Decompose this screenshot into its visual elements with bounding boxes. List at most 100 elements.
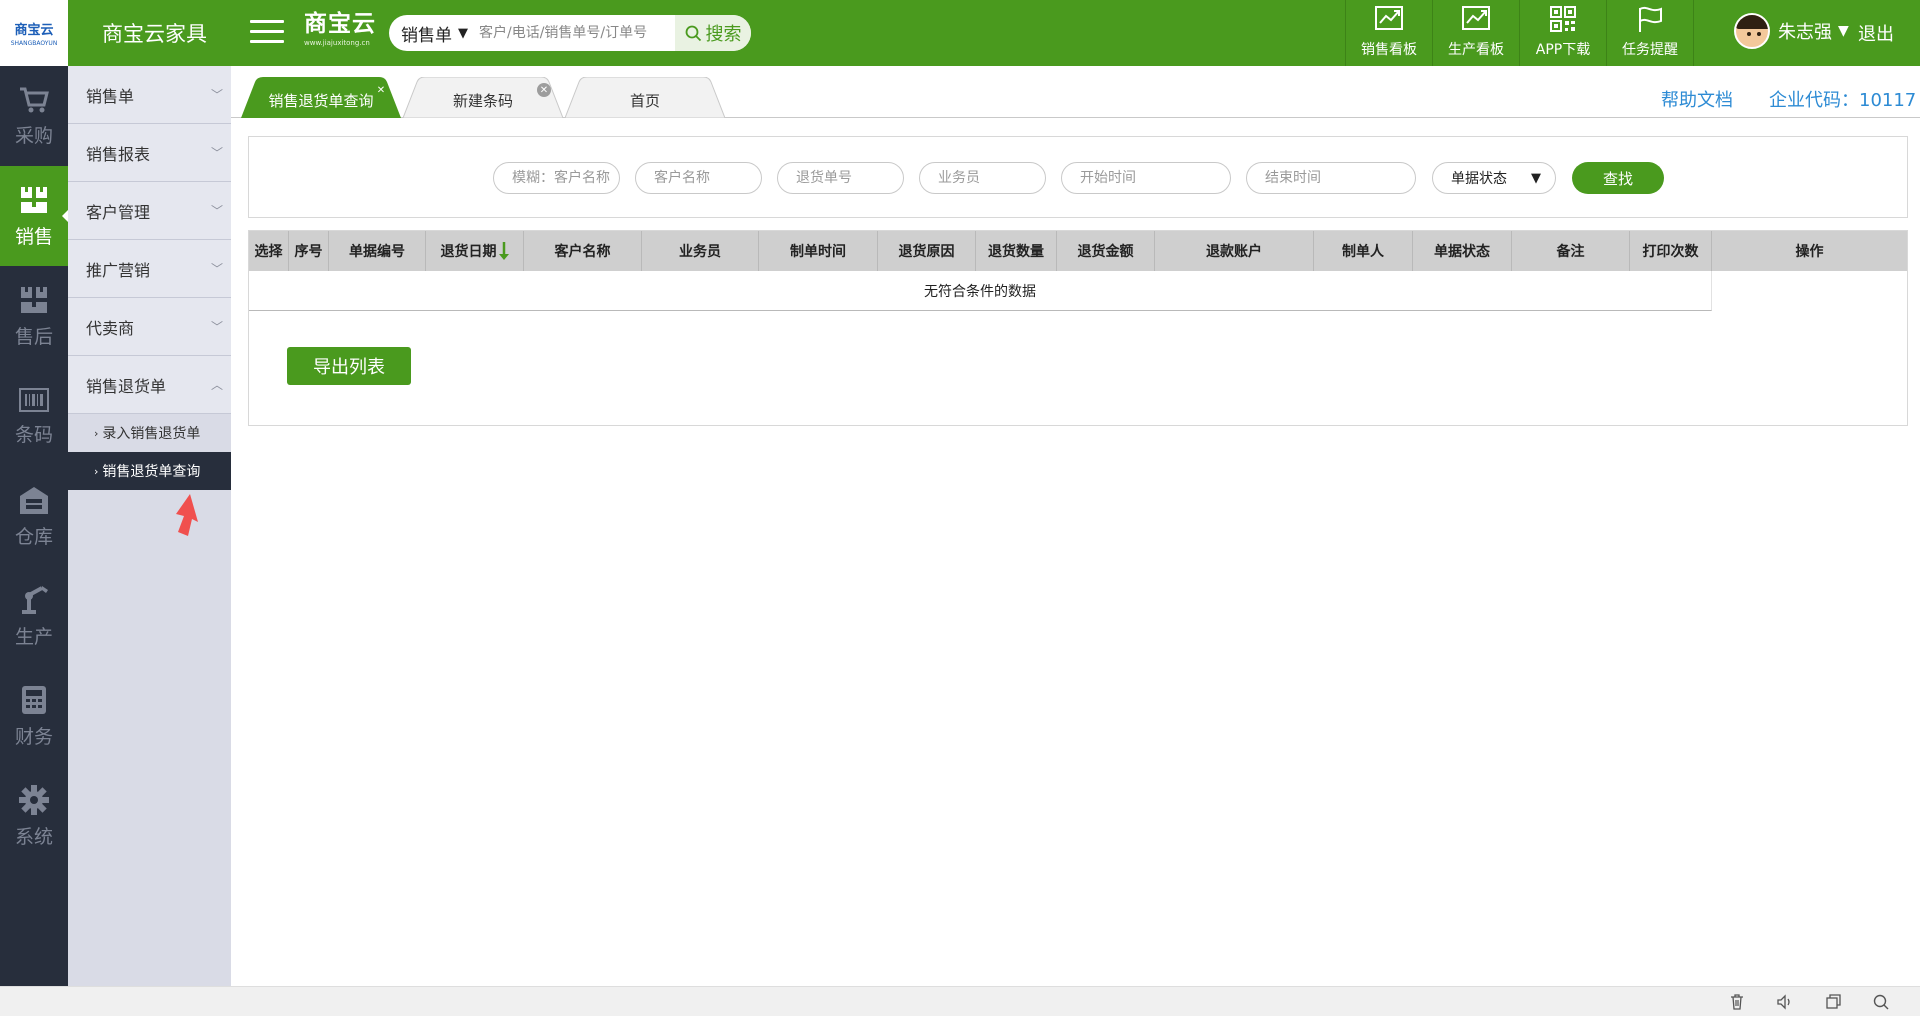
trash-icon[interactable] <box>1728 993 1746 1011</box>
submenu-child-label: 录入销售退货单 <box>102 426 201 442</box>
chart-icon <box>1375 6 1403 30</box>
filter-panel: 单据状态 ▼ 查找 <box>248 136 1908 218</box>
close-icon[interactable]: ✕ <box>537 83 551 97</box>
corp-code: 企业代码：10117 <box>1769 90 1917 111</box>
submenu-child-create-return[interactable]: › 录入销售退货单 <box>68 414 231 452</box>
search-type-label: 销售单 <box>401 25 452 46</box>
column-header: 客户名称 <box>524 231 642 271</box>
submenu-item-sales-report[interactable]: 销售报表 ﹀ <box>68 124 231 182</box>
app-download-label: APP下载 <box>1535 42 1591 58</box>
avatar <box>1734 13 1770 49</box>
app-download-button[interactable]: APP下载 <box>1520 0 1606 66</box>
task-reminder-button[interactable]: 任务提醒 <box>1607 0 1693 66</box>
submenu-item-sales-return[interactable]: 销售退货单 ︿ <box>68 356 231 414</box>
submenu-item-label: 销售报表 <box>86 144 151 164</box>
user-menu[interactable]: 朱志强 ▼ <box>1734 13 1849 49</box>
rail-item-after-sales[interactable]: 售后 <box>0 266 68 366</box>
empty-state-row: 无符合条件的数据 <box>249 271 1712 311</box>
caret-down-icon: ▼ <box>458 25 468 41</box>
column-header: 操作 <box>1795 244 1824 260</box>
caret-down-icon: ▼ <box>1531 170 1541 186</box>
submenu-item-sales-order[interactable]: 销售单 ﹀ <box>68 66 231 124</box>
boxes-icon <box>21 286 47 313</box>
rail-item-purchase[interactable]: 采购 <box>0 66 68 166</box>
volume-icon[interactable] <box>1776 993 1794 1011</box>
rail-item-label: 采购 <box>14 124 53 147</box>
submenu-item-label: 客户管理 <box>86 202 151 222</box>
column-header: 制单人 <box>1314 231 1413 271</box>
window-icon[interactable] <box>1824 993 1842 1011</box>
column-header: 退货原因 <box>878 231 976 271</box>
submenu-item-promotion[interactable]: 推广营销 ﹀ <box>68 240 231 298</box>
logout-button[interactable]: 退出 <box>1858 20 1894 46</box>
chevron-down-icon: ﹀ <box>210 262 223 276</box>
production-dashboard-label: 生产看板 <box>1448 42 1504 58</box>
search-icon[interactable] <box>1872 993 1890 1011</box>
rail-item-warehouse[interactable]: 仓库 <box>0 466 68 566</box>
sales-dashboard-button[interactable]: 销售看板 <box>1346 0 1432 66</box>
status-select[interactable]: 单据状态 ▼ <box>1432 162 1556 194</box>
customer-name-input[interactable] <box>635 162 762 194</box>
rail-item-barcode[interactable]: 条码 <box>0 366 68 466</box>
fuzzy-search-input[interactable] <box>493 162 620 194</box>
column-header: 序号 <box>289 231 329 271</box>
help-docs-link[interactable]: 帮助文档 <box>1661 86 1733 112</box>
submenu-item-label: 推广营销 <box>86 260 151 280</box>
global-search: 销售单 ▼ 搜索 <box>389 15 751 51</box>
column-header: 备注 <box>1512 231 1630 271</box>
rail-item-finance[interactable]: 财务 <box>0 666 68 766</box>
column-header: 选择 <box>249 231 289 271</box>
search-icon <box>685 25 701 41</box>
sales-submenu: 销售单 ﹀ 销售报表 ﹀ 客户管理 ﹀ 推广营销 ﹀ 代卖商 ﹀ 销售退货单 ︿… <box>68 66 231 986</box>
column-header: 退货数量 <box>976 231 1057 271</box>
chevron-down-icon: ﹀ <box>210 204 223 218</box>
column-header-return-date[interactable]: 退货日期 <box>426 231 524 271</box>
chevron-right-icon: › <box>94 426 99 440</box>
boxes-icon <box>21 186 47 213</box>
rail-item-production[interactable]: 生产 <box>0 566 68 666</box>
search-input[interactable] <box>479 25 675 41</box>
search-button[interactable]: 搜索 <box>675 15 751 51</box>
rail-item-label: 售后 <box>14 325 53 348</box>
gear-icon <box>19 784 49 815</box>
column-header: 业务员 <box>642 231 759 271</box>
top-bar: 商宝云 SHANGBAOYUN 商宝云家具 商宝云 www.jiajuxiton… <box>0 0 1920 66</box>
submenu-child-query-return[interactable]: › 销售退货单查询 <box>68 452 231 490</box>
rail-item-system[interactable]: 系统 <box>0 766 68 866</box>
warehouse-icon <box>20 486 48 514</box>
start-time-input[interactable] <box>1061 162 1231 194</box>
app-logo[interactable]: 商宝云 SHANGBAOYUN <box>0 0 68 66</box>
submenu-item-label: 销售退货单 <box>86 376 167 396</box>
find-button[interactable]: 查找 <box>1572 162 1664 194</box>
robot-arm-icon <box>22 585 48 614</box>
pointer-arrow-icon <box>176 494 198 536</box>
qrcode-icon <box>1550 6 1576 32</box>
calculator-icon <box>22 685 46 714</box>
submenu-item-customer-management[interactable]: 客户管理 ﹀ <box>68 182 231 240</box>
search-type-select[interactable]: 销售单 ▼ <box>389 21 479 46</box>
return-number-input[interactable] <box>777 162 904 194</box>
tab-sales-return-query[interactable]: 销售退货单查询 ✕ <box>241 77 401 118</box>
logo-text: 商宝云 <box>14 23 54 38</box>
logo-subtext: SHANGBAOYUN <box>10 40 58 47</box>
tab-home[interactable]: 首页 <box>565 77 725 118</box>
user-name: 朱志强 <box>1778 22 1832 43</box>
sort-down-icon <box>498 242 509 260</box>
submenu-child-label: 销售退货单查询 <box>102 464 201 480</box>
close-icon[interactable]: ✕ <box>374 83 388 97</box>
column-header: 退款账户 <box>1155 231 1314 271</box>
module-rail: 采购 销售 售后 条码 仓库 生产 财务 系统 <box>0 66 68 986</box>
brand-logo: 商宝云 www.jiajuxitong.cn <box>304 11 376 47</box>
chart-icon <box>1462 6 1490 30</box>
sales-dashboard-label: 销售看板 <box>1361 42 1417 58</box>
end-time-input[interactable] <box>1246 162 1416 194</box>
chevron-down-icon: ﹀ <box>210 320 223 334</box>
menu-toggle-icon[interactable] <box>250 16 284 46</box>
column-header: 制单时间 <box>759 231 878 271</box>
production-dashboard-button[interactable]: 生产看板 <box>1433 0 1519 66</box>
salesman-input[interactable] <box>919 162 1046 194</box>
submenu-item-consignee[interactable]: 代卖商 ﹀ <box>68 298 231 356</box>
rail-item-sales[interactable]: 销售 <box>0 166 68 266</box>
tab-new-barcode[interactable]: 新建条码 ✕ <box>403 77 563 118</box>
export-list-button[interactable]: 导出列表 <box>287 347 411 385</box>
